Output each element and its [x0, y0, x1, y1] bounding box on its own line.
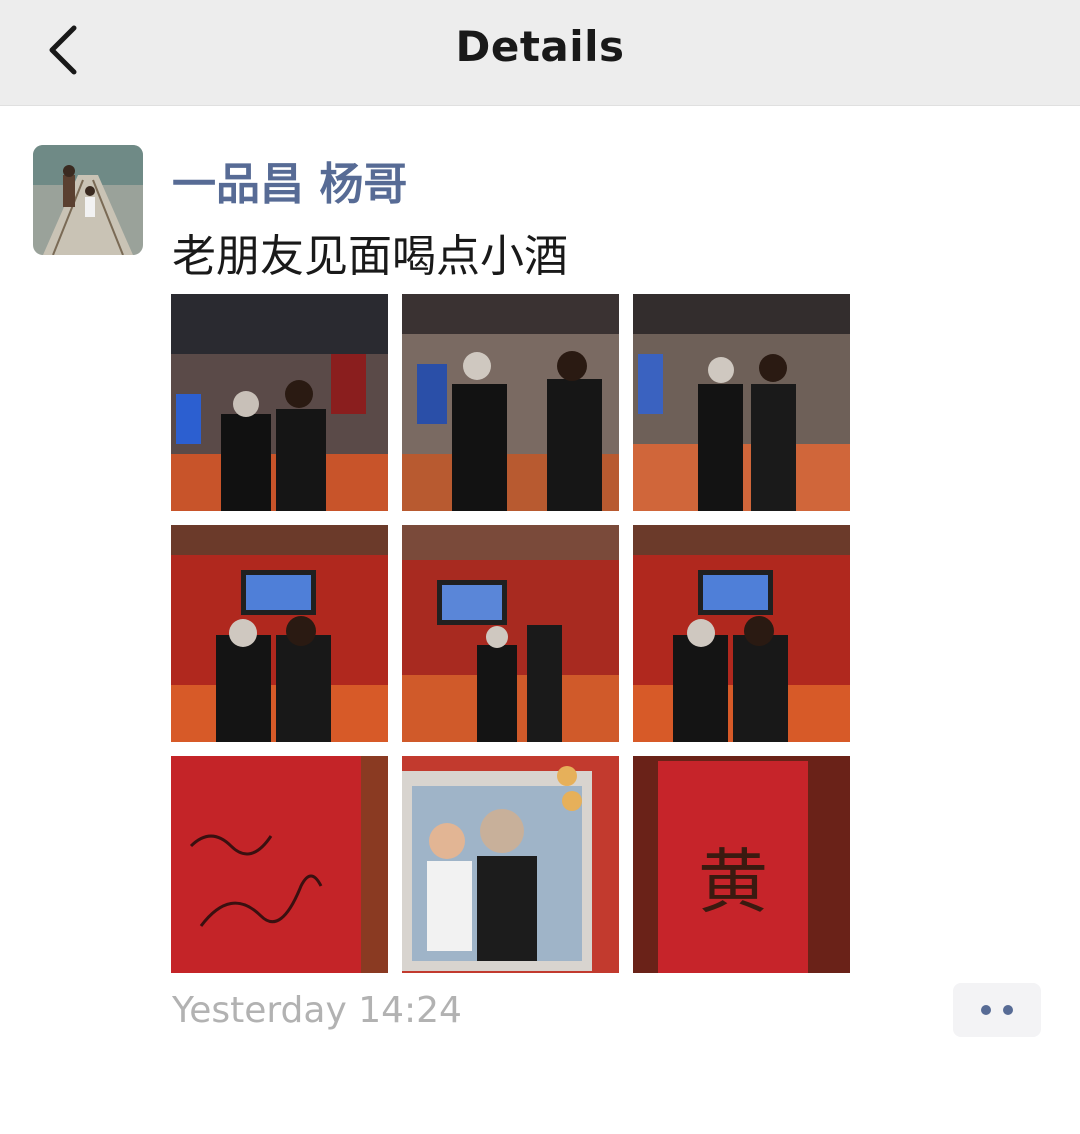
author-name[interactable]: 一品昌 杨哥: [172, 148, 407, 212]
more-dots-icon: [981, 1005, 1013, 1015]
post-text: 老朋友见面喝点小酒: [172, 231, 568, 282]
page-title: Details: [455, 22, 625, 71]
svg-text:黄: 黄: [698, 841, 768, 923]
photo-4[interactable]: [171, 525, 388, 742]
post-timestamp: Yesterday 14:24: [172, 990, 462, 1031]
photo-5[interactable]: [402, 525, 619, 742]
photo-2[interactable]: [402, 294, 619, 511]
photo-9[interactable]: 黄: [633, 756, 850, 973]
photo-1[interactable]: [171, 294, 388, 511]
photo-7[interactable]: [171, 756, 388, 973]
avatar[interactable]: [33, 145, 143, 255]
more-button[interactable]: [953, 983, 1041, 1037]
photo-6[interactable]: [633, 525, 850, 742]
photo-8[interactable]: [402, 756, 619, 973]
navigation-bar: Details: [0, 0, 1080, 106]
photo-3[interactable]: [633, 294, 850, 511]
